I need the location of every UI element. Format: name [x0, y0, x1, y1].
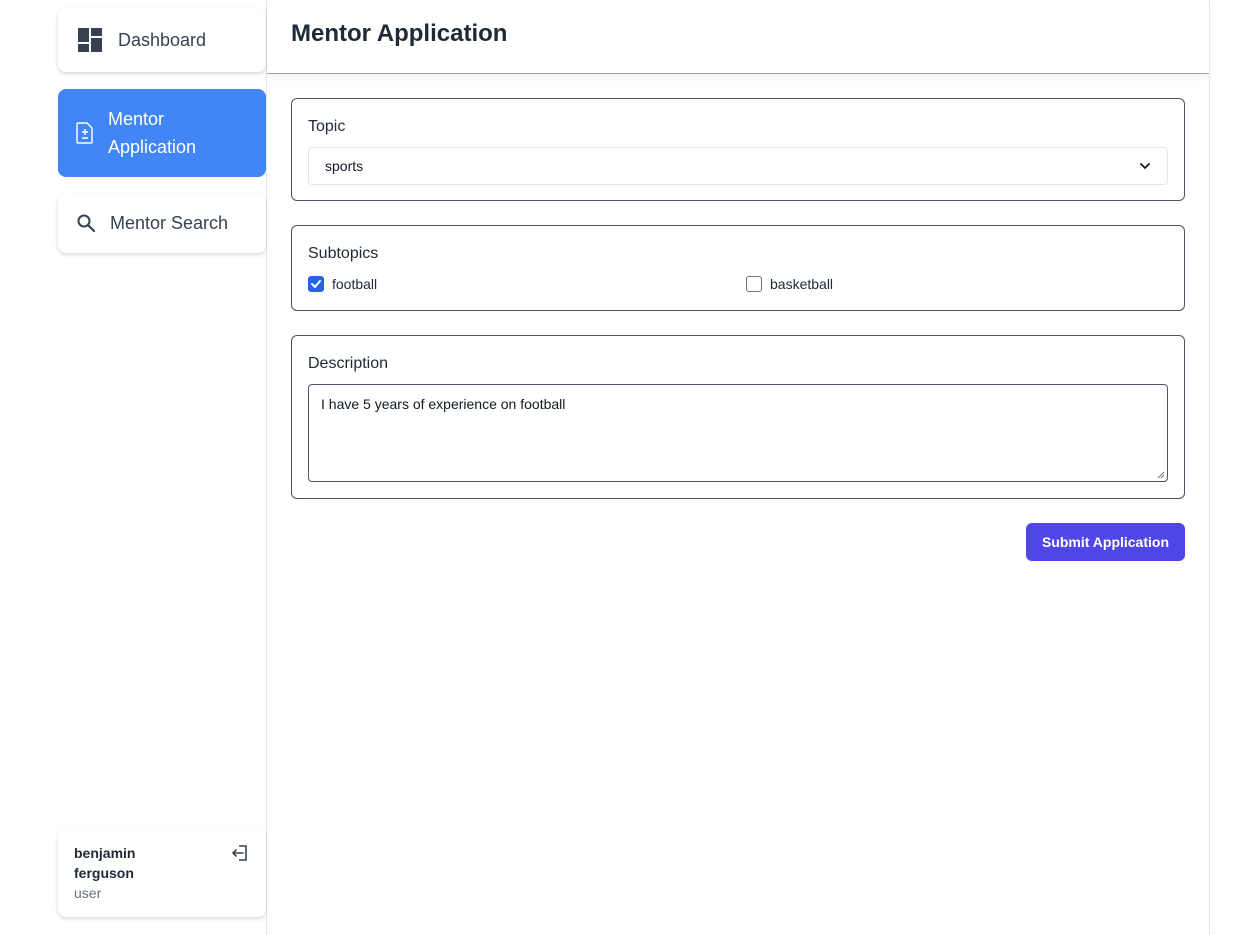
description-label: Description — [308, 355, 389, 372]
topic-select[interactable]: sports — [308, 147, 1168, 185]
description-textarea[interactable]: I have 5 years of experience on football — [308, 384, 1168, 482]
topic-card: Topic sports — [291, 98, 1185, 201]
subtopic-football[interactable]: football — [308, 276, 377, 292]
sidebar-item-mentor-search[interactable]: Mentor Search — [58, 193, 266, 253]
sidebar-item-label: Dashboard — [118, 30, 207, 50]
user-card: benjamin ferguson user — [58, 827, 266, 917]
subtopics-label: Subtopics — [308, 245, 379, 262]
subtopic-basketball-label: basketball — [770, 276, 834, 292]
subtopics-card: Subtopics football basketball — [291, 225, 1185, 311]
logout-icon[interactable] — [230, 843, 250, 863]
sidebar-item-mentor-application[interactable]: Mentor Application — [58, 89, 266, 177]
subtopic-football-label: football — [332, 276, 378, 292]
resize-handle-icon[interactable] — [1157, 471, 1165, 479]
check-icon — [311, 280, 321, 288]
chevron-down-icon — [1140, 163, 1150, 169]
subtopic-football-checkbox[interactable] — [308, 276, 324, 292]
page-title: Mentor Application — [291, 20, 508, 47]
sidebar-item-dashboard[interactable]: Dashboard — [58, 8, 266, 72]
content-divider — [1209, 0, 1210, 935]
subtopic-basketball[interactable]: basketball — [746, 276, 833, 292]
topic-select-value: sports — [325, 158, 364, 174]
user-role: user — [74, 885, 102, 901]
page-header: Mentor Application — [267, 0, 1209, 74]
description-card: Description I have 5 years of experience… — [291, 335, 1185, 499]
subtopic-basketball-checkbox[interactable] — [746, 276, 762, 292]
sidebar-item-label: Mentor Search — [110, 213, 229, 233]
sidebar-item-label: Mentor Application — [108, 109, 197, 157]
description-text: I have 5 years of experience on football — [321, 396, 566, 412]
search-icon — [76, 213, 96, 233]
user-name: benjamin ferguson — [74, 845, 136, 881]
submit-application-button[interactable]: Submit Application — [1026, 523, 1185, 561]
dashboard-icon — [78, 28, 102, 52]
topic-label: Topic — [308, 118, 346, 135]
document-icon — [76, 122, 94, 144]
sidebar: Dashboard Mentor Application Mentor Sear… — [0, 0, 267, 935]
